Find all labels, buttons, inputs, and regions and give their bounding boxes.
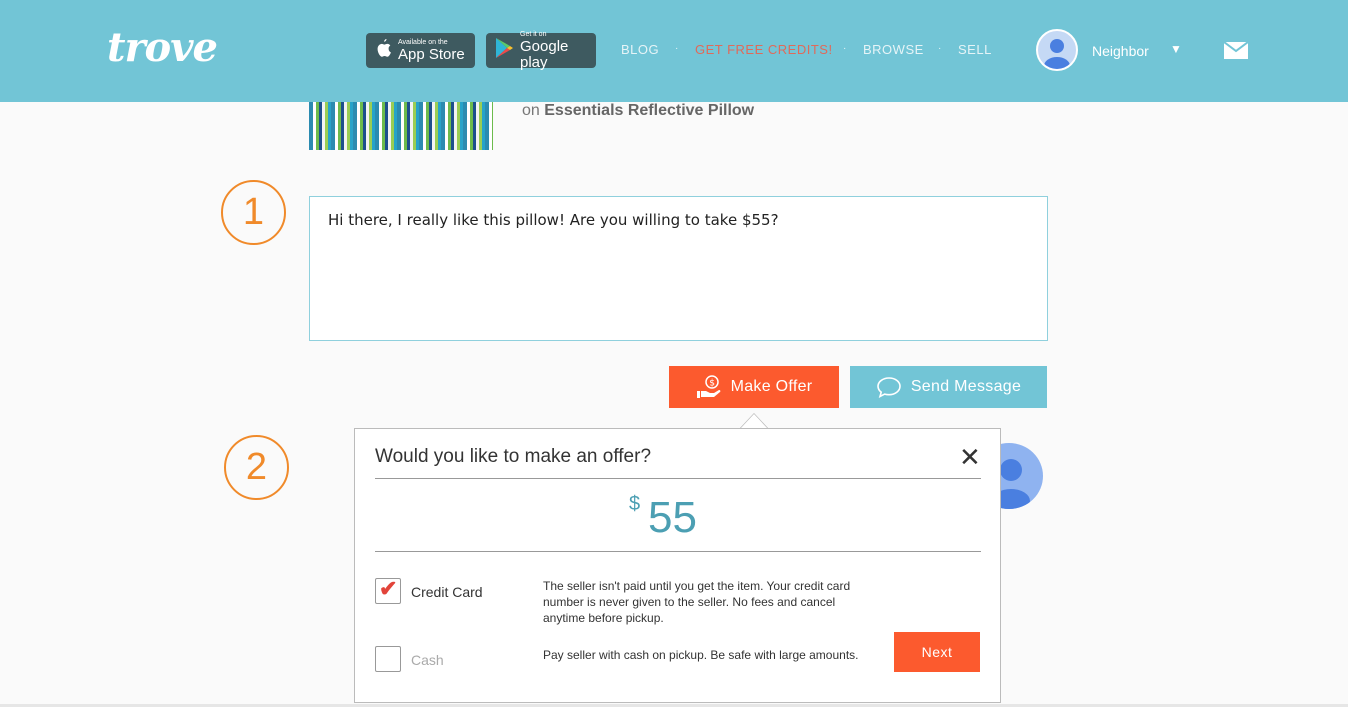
top-header: trove Available on the App Store Get it … [0, 0, 1348, 102]
hand-coin-icon: $ [696, 375, 722, 399]
mail-icon[interactable] [1223, 41, 1249, 64]
currency-symbol: $ [629, 493, 641, 515]
nav-separator: · [675, 43, 679, 54]
nav-browse[interactable]: BROWSE [863, 42, 924, 57]
nav-get-free-credits[interactable]: GET FREE CREDITS! [695, 42, 833, 57]
trove-logo[interactable]: trove [107, 24, 218, 71]
make-offer-label: Make Offer [730, 378, 813, 395]
offer-amount-input[interactable]: 55 [648, 493, 697, 543]
user-avatar-icon[interactable] [1036, 29, 1078, 71]
app-store-button[interactable]: Available on the App Store [366, 33, 475, 68]
send-message-button[interactable]: Send Message [850, 366, 1047, 408]
nav-separator: · [843, 43, 847, 54]
make-offer-button[interactable]: $ Make Offer [669, 366, 839, 408]
product-thumbnail[interactable] [309, 102, 493, 150]
nav-separator: · [938, 43, 942, 54]
cash-description: Pay seller with cash on pickup. Be safe … [543, 648, 859, 662]
apple-icon [374, 38, 392, 63]
message-textarea[interactable]: Hi there, I really like this pillow! Are… [309, 196, 1048, 341]
credit-card-label[interactable]: Credit Card [411, 584, 483, 600]
google-play-icon [494, 37, 514, 64]
nav-blog[interactable]: BLOG [621, 42, 659, 57]
credit-card-checkbox[interactable]: ✔ [375, 576, 401, 604]
divider [375, 478, 981, 479]
close-icon[interactable]: ✕ [959, 444, 981, 470]
svg-text:$: $ [709, 379, 715, 389]
make-offer-popup: Would you like to make an offer? ✕ $ 55 … [354, 428, 1001, 703]
checkmark-icon: ✔ [379, 576, 398, 601]
listing-on-prefix: on [522, 102, 540, 119]
app-store-label: App Store [398, 45, 465, 63]
chevron-down-icon[interactable]: ▼ [1170, 42, 1182, 56]
google-play-button[interactable]: Get it on Google play [486, 31, 596, 71]
nav-sell[interactable]: SELL [958, 42, 992, 57]
credit-card-description: The seller isn't paid until you get the … [543, 579, 851, 625]
step-two-marker: 2 [224, 435, 289, 500]
next-button[interactable]: Next [894, 632, 980, 672]
listing-item-name[interactable]: Essentials Reflective Pillow [544, 102, 754, 119]
user-menu-name[interactable]: Neighbor [1092, 43, 1149, 59]
google-play-label: Google play [520, 37, 569, 71]
step-one-marker: 1 [221, 180, 286, 245]
cash-label[interactable]: Cash [411, 652, 444, 668]
cash-checkbox[interactable] [375, 646, 401, 672]
send-message-label: Send Message [910, 378, 1022, 395]
divider [375, 551, 981, 552]
speech-bubble-icon [876, 376, 902, 398]
popup-title: Would you like to make an offer? [375, 446, 652, 467]
listing-reference: on Essentials Reflective Pillow [522, 102, 754, 120]
